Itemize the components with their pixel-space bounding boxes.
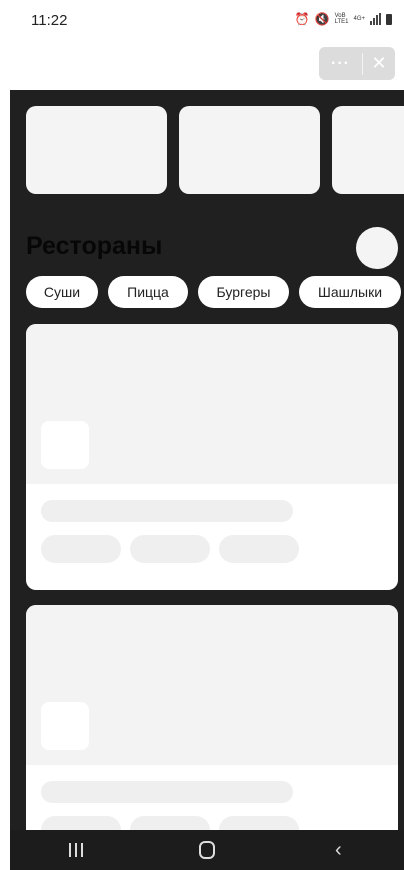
skeleton-pill [41, 816, 121, 830]
skeleton-pill [130, 816, 210, 830]
close-icon: ✕ [371, 53, 387, 73]
lte-text: LTE1 [334, 19, 349, 25]
skeleton-pill [41, 535, 121, 563]
promo-card[interactable] [179, 106, 320, 194]
volte-icon: VoB LTE1 [335, 13, 349, 25]
signal-icon [370, 13, 381, 25]
round-action-button[interactable] [356, 227, 398, 269]
4g-icon: 4G+ [353, 16, 365, 22]
back-icon: ‹ [334, 838, 342, 861]
recents-button[interactable] [46, 843, 106, 857]
alarm-icon: ⏰ [294, 12, 310, 26]
recents-icon [46, 843, 106, 857]
screen: 11:22 ⏰ 🔇 VoB LTE1 4G+ ··· ✕ Рестораны С… [0, 0, 404, 870]
back-button[interactable]: ‹ [308, 839, 368, 862]
category-chip-burgers[interactable]: Бургеры [198, 276, 289, 308]
status-time: 11:22 [31, 12, 68, 29]
skeleton-title-line [41, 781, 293, 803]
restaurant-card[interactable] [26, 324, 398, 590]
battery-icon [386, 13, 392, 25]
home-button[interactable] [177, 841, 237, 859]
status-icons: ⏰ 🔇 VoB LTE1 4G+ [295, 12, 392, 26]
mute-icon: 🔇 [314, 12, 330, 26]
main-content: Рестораны Суши Пицца Бургеры Шашлыки [10, 90, 404, 830]
restaurant-logo-placeholder [41, 702, 89, 750]
miniapp-capsule: ··· ✕ [319, 47, 395, 80]
system-nav-bar: ‹ [10, 830, 404, 870]
status-bar: 11:22 ⏰ 🔇 VoB LTE1 4G+ [0, 0, 404, 42]
promo-card[interactable] [26, 106, 167, 194]
category-chip-shashlik[interactable]: Шашлыки [299, 276, 401, 308]
category-chip-pizza[interactable]: Пицца [108, 276, 188, 308]
skeleton-title-line [41, 500, 293, 522]
skeleton-pill [219, 816, 299, 830]
skeleton-pill [130, 535, 210, 563]
home-icon [198, 841, 215, 859]
restaurant-logo-placeholder [41, 421, 89, 469]
more-button[interactable]: ··· [319, 47, 362, 80]
skeleton-pill [219, 535, 299, 563]
section-title: Рестораны [26, 232, 163, 260]
category-chip-sushi[interactable]: Суши [26, 276, 98, 308]
restaurant-card[interactable] [26, 605, 398, 830]
more-icon: ··· [331, 54, 350, 72]
close-button[interactable]: ✕ [363, 47, 395, 80]
network-text: 4G+ [353, 16, 365, 22]
promo-card[interactable] [332, 106, 404, 194]
